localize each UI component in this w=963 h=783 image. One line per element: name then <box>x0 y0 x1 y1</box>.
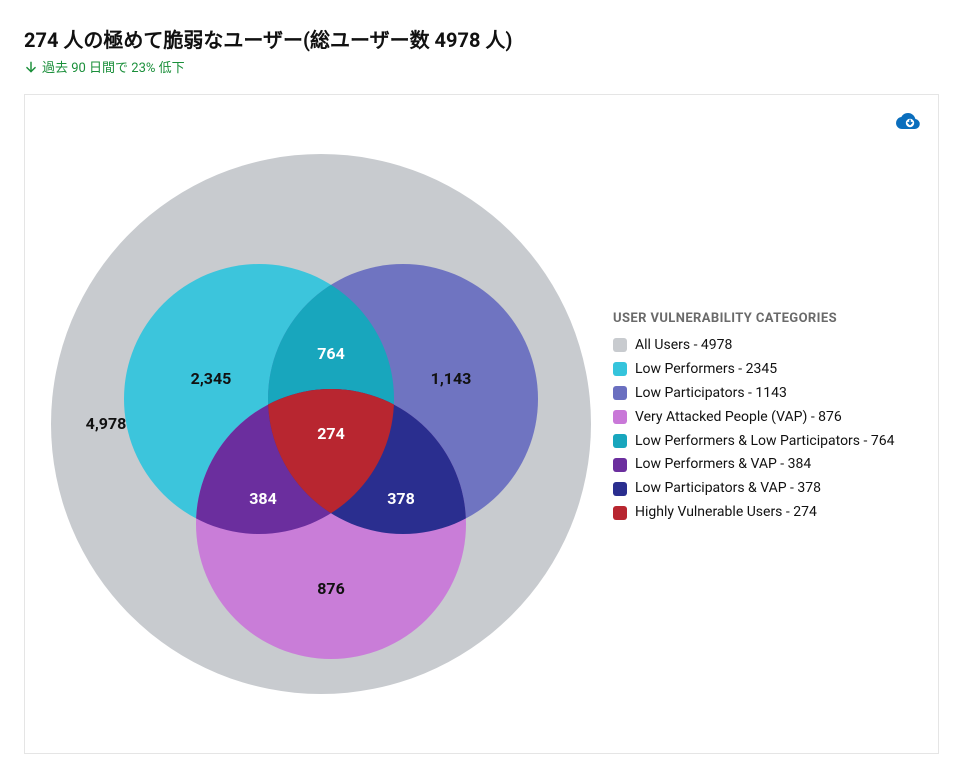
legend-label: Very Attacked People (VAP) - 876 <box>635 408 842 427</box>
download-button[interactable] <box>896 109 920 133</box>
legend-item: Low Participators - 1143 <box>613 384 922 403</box>
legend-swatch <box>613 338 627 352</box>
legend-swatch <box>613 386 627 400</box>
venn-label-a: 2,345 <box>191 369 232 388</box>
venn-label-bc: 378 <box>387 489 415 508</box>
venn-column: 4,978 2,345 1,143 876 764 384 378 274 <box>41 111 601 737</box>
legend-swatch <box>613 434 627 448</box>
legend-swatch <box>613 410 627 424</box>
legend-label: Low Performers & VAP - 384 <box>635 455 811 474</box>
legend-title: USER VULNERABILITY CATEGORIES <box>613 311 922 326</box>
legend-swatch <box>613 362 627 376</box>
legend-list: All Users - 4978 Low Performers - 2345 Low… <box>613 336 922 522</box>
legend-item: Low Performers - 2345 <box>613 360 922 379</box>
legend-item: Low Performers & Low Participators - 764 <box>613 432 922 451</box>
legend-label: Low Performers & Low Participators - 764 <box>635 432 894 451</box>
legend-item: All Users - 4978 <box>613 336 922 355</box>
legend-swatch <box>613 482 627 496</box>
venn-label-all: 4,978 <box>86 414 127 433</box>
legend-item: Highly Vulnerable Users - 274 <box>613 503 922 522</box>
legend-label: Low Performers - 2345 <box>635 360 777 379</box>
subtitle-text: 過去 90 日間で 23% 低下 <box>42 57 185 76</box>
page-title: 274 人の極めて脆弱なユーザー(総ユーザー数 4978 人) <box>24 24 939 53</box>
venn-label-abc: 274 <box>317 424 345 443</box>
legend-label: All Users - 4978 <box>635 336 732 355</box>
venn-label-b: 1,143 <box>431 369 472 388</box>
venn-label-ab: 764 <box>317 344 345 363</box>
page-header: 274 人の極めて脆弱なユーザー(総ユーザー数 4978 人) 過去 90 日間… <box>24 24 939 76</box>
legend-swatch <box>613 506 627 520</box>
legend-label: Low Participators & VAP - 378 <box>635 479 821 498</box>
chart-wrap: 4,978 2,345 1,143 876 764 384 378 274 US… <box>41 111 922 737</box>
page-subtitle: 過去 90 日間で 23% 低下 <box>24 57 939 76</box>
chart-card: 4,978 2,345 1,143 876 764 384 378 274 US… <box>24 94 939 754</box>
venn-label-ac: 384 <box>249 489 277 508</box>
legend-item: Low Performers & VAP - 384 <box>613 455 922 474</box>
legend-item: Low Participators & VAP - 378 <box>613 479 922 498</box>
legend-label: Low Participators - 1143 <box>635 384 787 403</box>
legend-swatch <box>613 458 627 472</box>
venn-label-c: 876 <box>317 579 345 598</box>
cloud-download-icon <box>896 109 920 133</box>
venn-diagram: 4,978 2,345 1,143 876 764 384 378 274 <box>41 129 601 719</box>
legend-item: Very Attacked People (VAP) - 876 <box>613 408 922 427</box>
arrow-down-icon <box>24 60 38 74</box>
legend-column: USER VULNERABILITY CATEGORIES All Users … <box>601 111 922 527</box>
legend-label: Highly Vulnerable Users - 274 <box>635 503 817 522</box>
